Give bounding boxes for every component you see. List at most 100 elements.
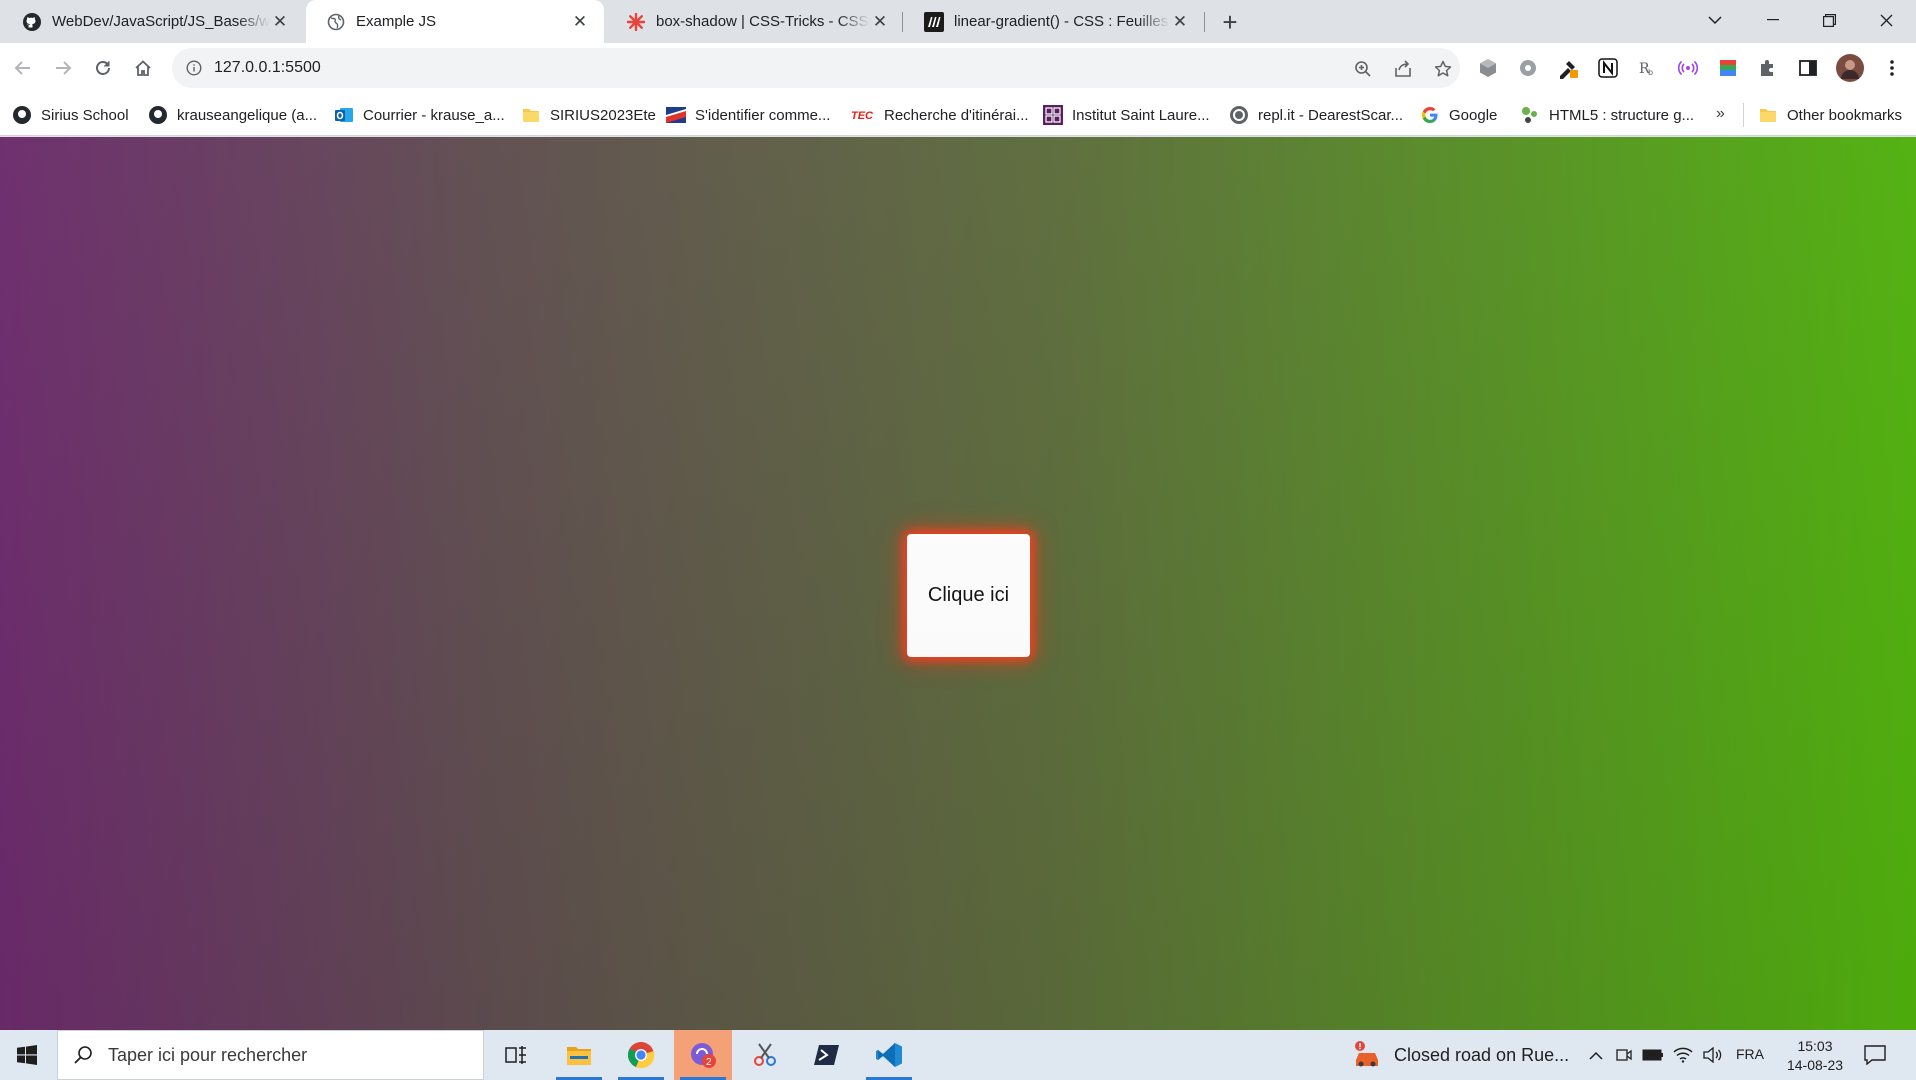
star-icon[interactable]: [1430, 56, 1456, 82]
other-bookmarks-folder[interactable]: Other bookmarks: [1758, 102, 1902, 128]
taskbar-search[interactable]: Taper ici pour rechercher: [57, 1030, 484, 1080]
tab-linear-gradient[interactable]: linear-gradient() - CSS : Feuilles d ✕: [904, 0, 1204, 43]
car-alert-icon: [1352, 1040, 1382, 1070]
chat-app[interactable]: 2: [674, 1030, 732, 1080]
clock[interactable]: 15:03 14-08-23: [1778, 1037, 1852, 1075]
news-text: Closed road on Rue...: [1394, 1044, 1570, 1065]
tab-example-js[interactable]: Example JS ✕: [306, 0, 604, 43]
reader-extension-icon[interactable]: Rb: [1636, 56, 1660, 80]
home-button[interactable]: [128, 53, 158, 83]
github-icon: [148, 105, 168, 125]
bookmark-courrier[interactable]: Courrier - krause_a...: [334, 102, 505, 128]
close-icon[interactable]: ✕: [1170, 12, 1190, 32]
bookmark-google[interactable]: Google: [1420, 102, 1497, 128]
bookmark-label: krauseangelique (a...: [177, 106, 318, 124]
side-panel-icon[interactable]: [1796, 56, 1820, 80]
language-indicator[interactable]: FRA: [1736, 1046, 1764, 1062]
tab-strip: WebDev/JavaScript/JS_Bases/win ✕ Example…: [0, 0, 1916, 43]
battery-icon[interactable]: [1640, 1030, 1666, 1080]
windows-taskbar: Taper ici pour rechercher 2 Closed road …: [0, 1030, 1916, 1080]
bookmark-label: Courrier - krause_a...: [363, 106, 505, 124]
bookmarks-separator: [1743, 103, 1744, 127]
browser-toolbar: 127.0.0.1:5500 Rb: [0, 43, 1916, 93]
powershell-app[interactable]: [798, 1030, 856, 1080]
zoom-icon[interactable]: [1350, 56, 1376, 82]
notion-extension-icon[interactable]: [1596, 56, 1620, 80]
tec-icon: TEC: [851, 105, 875, 125]
share-icon[interactable]: [1390, 56, 1416, 82]
bookmark-label: Institut Saint Laure...: [1072, 106, 1210, 124]
html5-icon: [1520, 105, 1540, 125]
google-icon: [1420, 105, 1440, 125]
color-extension-icon[interactable]: [1716, 56, 1740, 80]
close-icon[interactable]: ✕: [570, 12, 590, 32]
institute-icon: [1043, 105, 1063, 125]
bookmark-institut[interactable]: Institut Saint Laure...: [1043, 102, 1210, 128]
puzzle-extensions-icon[interactable]: [1756, 56, 1780, 80]
task-view-button[interactable]: [487, 1030, 545, 1080]
vscode-app[interactable]: [860, 1030, 918, 1080]
back-button[interactable]: [8, 53, 38, 83]
tab-search-icon[interactable]: [1687, 0, 1743, 40]
tab-title: Example JS: [356, 13, 437, 30]
new-tab-button[interactable]: +: [1215, 7, 1245, 37]
profile-avatar[interactable]: [1836, 54, 1864, 82]
bookmark-label: Other bookmarks: [1787, 106, 1903, 124]
bookmark-sirius-school[interactable]: Sirius School: [12, 102, 129, 128]
chevron-up-icon[interactable]: [1584, 1030, 1608, 1080]
svg-text:b: b: [1648, 68, 1653, 77]
chat-badge: 2: [706, 1057, 712, 1068]
tab-box-shadow[interactable]: box-shadow | CSS-Tricks - CSS-Tr ✕: [606, 0, 904, 43]
tab-title: box-shadow | CSS-Tricks - CSS-Tr: [656, 13, 870, 30]
bookmark-sidentifier[interactable]: S'identifier comme...: [666, 102, 830, 128]
menu-kebab-icon[interactable]: [1880, 56, 1904, 80]
bookmark-html5[interactable]: HTML5 : structure g...: [1520, 102, 1694, 128]
clique-ici-button[interactable]: Clique ici: [907, 534, 1030, 657]
bookmark-label: Recherche d'itinérai...: [884, 106, 1029, 124]
gear-extension-icon[interactable]: [1516, 56, 1540, 80]
clock-date: 14-08-23: [1786, 1057, 1844, 1073]
broadcast-extension-icon[interactable]: [1676, 56, 1700, 80]
file-explorer-app[interactable]: [550, 1030, 608, 1080]
tab-title: WebDev/JavaScript/JS_Bases/win: [52, 13, 270, 30]
volume-icon[interactable]: [1700, 1030, 1726, 1080]
bookmark-label: repl.it - DearestScar...: [1258, 106, 1404, 124]
github-icon: [22, 12, 42, 32]
search-placeholder: Taper ici pour rechercher: [108, 1044, 308, 1065]
bookmark-replit[interactable]: repl.it - DearestScar...: [1229, 102, 1403, 128]
tab-title: linear-gradient() - CSS : Feuilles d: [954, 13, 1170, 30]
reload-button[interactable]: [88, 53, 118, 83]
forward-button[interactable]: [48, 53, 78, 83]
meet-icon[interactable]: [1612, 1030, 1636, 1080]
notification-icon[interactable]: [1860, 1042, 1890, 1068]
bookmark-sirius2023ete[interactable]: SIRIUS2023Ete: [521, 102, 656, 128]
wifi-icon[interactable]: [1670, 1030, 1696, 1080]
bookmark-label: Sirius School: [41, 106, 129, 124]
cube-extension-icon[interactable]: [1476, 56, 1500, 80]
info-icon[interactable]: [184, 58, 204, 78]
start-button[interactable]: [0, 1030, 54, 1080]
snipping-tool-app[interactable]: [736, 1030, 794, 1080]
svg-text:TEC: TEC: [851, 110, 874, 121]
address-bar[interactable]: 127.0.0.1:5500: [172, 48, 1460, 88]
eyedropper-extension-icon[interactable]: [1556, 56, 1580, 80]
close-icon[interactable]: ✕: [270, 12, 290, 32]
bookmark-itineraire[interactable]: TEC Recherche d'itinérai...: [851, 102, 1029, 128]
tab-github[interactable]: WebDev/JavaScript/JS_Bases/win ✕: [2, 0, 304, 43]
url-text[interactable]: 127.0.0.1:5500: [214, 59, 321, 77]
bookmark-label: Google: [1449, 106, 1498, 124]
chrome-app[interactable]: [612, 1030, 670, 1080]
bookmark-krauseangelique[interactable]: krauseangelique (a...: [148, 102, 317, 128]
bookmarks-overflow-button[interactable]: »: [1716, 105, 1725, 123]
close-window-button[interactable]: [1858, 0, 1914, 40]
outlook-icon: [334, 105, 354, 125]
css-tricks-icon: [626, 12, 646, 32]
bookmark-label: S'identifier comme...: [695, 106, 831, 124]
folder-icon: [521, 105, 541, 125]
close-icon[interactable]: ✕: [870, 12, 890, 32]
news-widget[interactable]: Closed road on Rue...: [1352, 1030, 1569, 1080]
mdn-icon: [924, 11, 944, 32]
folder-icon: [1758, 105, 1778, 125]
restore-button[interactable]: [1801, 0, 1857, 40]
minimize-button[interactable]: [1745, 0, 1801, 40]
